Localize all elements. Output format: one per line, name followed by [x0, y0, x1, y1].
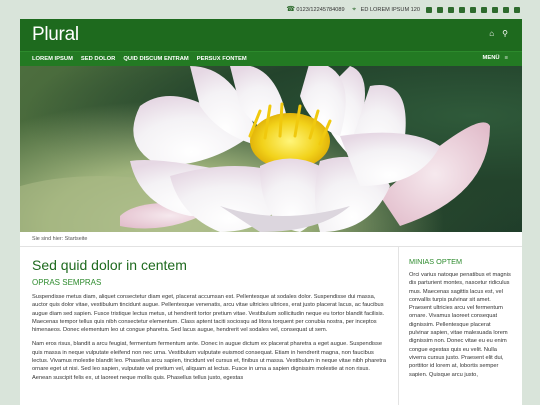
instagram-icon[interactable]	[492, 6, 498, 13]
nav-item-quid-discum-entram[interactable]: QUID DISCUM ENTRAM	[123, 56, 188, 62]
main-nav: LOREM IPSUM SED DOLOR QUID DISCUM ENTRAM…	[20, 51, 522, 66]
nav-item-persux-fontem[interactable]: PERSUX FONTEM	[197, 56, 247, 62]
hero-image	[20, 66, 522, 232]
water-lily-image	[20, 66, 490, 232]
nav-item-sed-dolor[interactable]: SED DOLOR	[81, 56, 115, 62]
sidebar: MINIAS OPTEM Orci varius natoque penatib…	[398, 247, 522, 405]
header-icons: ⌂ ⚲	[489, 30, 508, 38]
social-links	[426, 6, 520, 13]
page-title: Sed quid dolor in centem	[32, 257, 187, 273]
x-icon[interactable]	[481, 6, 487, 13]
section-subtitle: OPRAS SEMPRAS	[32, 278, 102, 287]
site-header: Plural ⌂ ⚲	[20, 19, 522, 51]
nav-item-lorem-ipsum[interactable]: LOREM IPSUM	[32, 56, 73, 62]
hamburger-icon: ≡	[504, 55, 508, 61]
search-icon[interactable]: ⚲	[502, 30, 508, 38]
top-bar: ☎ 0123/12245784089 ⌖ ED LOREM IPSUM 120	[0, 0, 540, 19]
phone-number: 0123/12245784089	[296, 6, 345, 13]
sidebar-title: MINIAS OPTEM	[409, 257, 463, 266]
linkedin-icon[interactable]	[470, 6, 476, 13]
xing-icon[interactable]	[459, 6, 465, 13]
main-content: Sed quid dolor in centem OPRAS SEMPRAS S…	[20, 247, 398, 405]
site-logo[interactable]: Plural	[32, 24, 79, 46]
phone-contact[interactable]: ☎ 0123/12245784089	[286, 6, 344, 13]
menu-label: MENÜ	[482, 55, 500, 61]
sidebar-text: Orci varius natoque penatibus et magnis …	[409, 272, 511, 378]
address-contact[interactable]: ⌖ ED LOREM IPSUM 120	[351, 6, 420, 13]
pinterest-icon[interactable]	[514, 6, 520, 13]
breadcrumb: Sie sind hier: Startseite	[20, 232, 522, 247]
location-icon: ⌖	[352, 6, 357, 13]
paragraph-1: Suspendisse metus diam, aliquet consecte…	[32, 294, 385, 334]
paragraph-2: Nam eros risus, blandit a arcu feugiat, …	[32, 341, 386, 381]
menu-button[interactable]: MENÜ ≡	[483, 55, 508, 61]
youtube-icon[interactable]	[503, 6, 509, 13]
phone-icon: ☎	[286, 6, 296, 13]
mail-icon[interactable]	[426, 6, 432, 13]
twitter-icon[interactable]	[448, 6, 454, 13]
home-icon[interactable]: ⌂	[489, 30, 494, 38]
address-text: ED LOREM IPSUM 120	[360, 6, 420, 13]
facebook-icon[interactable]	[437, 6, 443, 13]
